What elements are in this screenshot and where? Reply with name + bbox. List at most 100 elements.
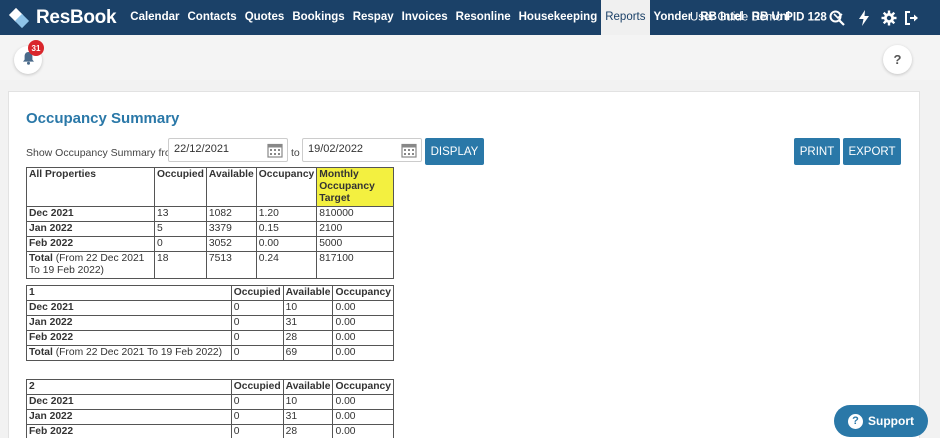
user-label: User Guide Demo bbox=[690, 11, 786, 24]
column-header: Occupancy bbox=[332, 379, 394, 395]
table-cell: 5000 bbox=[316, 236, 394, 252]
table-cell: 7513 bbox=[205, 251, 257, 279]
row-label: Dec 2021 bbox=[26, 206, 155, 222]
nav-resonline[interactable]: Resonline bbox=[452, 0, 515, 35]
nav-respay[interactable]: Respay bbox=[349, 0, 398, 35]
lightning-icon[interactable] bbox=[858, 0, 870, 35]
table-cell: 3052 bbox=[205, 236, 257, 252]
question-circle-icon: ? bbox=[848, 413, 863, 429]
row-label: Feb 2022 bbox=[26, 424, 232, 438]
from-date-value: 22/12/2021 bbox=[174, 143, 230, 155]
table-cell: 0.15 bbox=[255, 221, 318, 237]
table-cell: 69 bbox=[282, 345, 334, 361]
table-cell: 0 bbox=[230, 394, 284, 410]
total-label: Total bbox=[29, 253, 53, 264]
total-label-cell: Total (From 22 Dec 2021 To 19 Feb 2022) bbox=[26, 251, 155, 279]
table-cell: 13 bbox=[154, 206, 207, 222]
table-row: Feb 2022 0 28 0.00 bbox=[26, 424, 394, 438]
property-header-row: 2 Occupied Available Occupancy bbox=[26, 379, 394, 395]
table-row: Feb 2022 0 28 0.00 bbox=[26, 330, 394, 346]
table-cell: 0.00 bbox=[332, 300, 394, 316]
table-cell: 18 bbox=[154, 251, 207, 279]
nav-quotes[interactable]: Quotes bbox=[241, 0, 289, 35]
table-cell: 1082 bbox=[205, 206, 257, 222]
table-cell: 0.00 bbox=[332, 409, 394, 425]
gear-icon[interactable] bbox=[881, 0, 897, 35]
row-label: Dec 2021 bbox=[26, 394, 232, 410]
total-row: Total (From 22 Dec 2021 To 19 Feb 2022) 0… bbox=[26, 345, 394, 361]
table-row: Jan 2022 0 31 0.00 bbox=[26, 409, 394, 425]
table-cell: 0 bbox=[230, 330, 284, 346]
table-cell: 31 bbox=[282, 315, 334, 331]
nav-invoices[interactable]: Invoices bbox=[398, 0, 452, 35]
row-label: Jan 2022 bbox=[26, 315, 232, 331]
table-row: Dec 2021 13 1082 1.20 810000 bbox=[26, 206, 394, 222]
resbook-logo[interactable]: ResBook bbox=[7, 6, 117, 30]
table-cell: 10 bbox=[282, 300, 334, 316]
table-cell: 0.24 bbox=[255, 251, 318, 279]
nav-contacts[interactable]: Contacts bbox=[183, 0, 240, 35]
nav-reports[interactable]: Reports bbox=[601, 0, 650, 35]
row-label: Jan 2022 bbox=[26, 409, 232, 425]
table-cell: 0 bbox=[230, 409, 284, 425]
table-cell: 2100 bbox=[316, 221, 394, 237]
table-row: Dec 2021 0 10 0.00 bbox=[26, 394, 394, 410]
help-button[interactable]: ? bbox=[883, 45, 912, 74]
to-date-input[interactable]: 19/02/2022 bbox=[302, 138, 422, 162]
nav-bookings[interactable]: Bookings bbox=[288, 0, 348, 35]
table-cell: 0 bbox=[230, 315, 284, 331]
column-header: Occupancy bbox=[332, 285, 394, 301]
table-cell: 0.00 bbox=[332, 394, 394, 410]
resbook-logo-icon bbox=[7, 6, 31, 30]
total-label-cell: Total (From 22 Dec 2021 To 19 Feb 2022) bbox=[26, 345, 232, 361]
column-header-target: Monthly Occupancy Target bbox=[316, 167, 394, 207]
export-button[interactable]: EXPORT bbox=[843, 138, 901, 165]
support-button[interactable]: ? Support bbox=[834, 405, 928, 437]
table-cell: 0 bbox=[230, 300, 284, 316]
property-name: 2 bbox=[26, 379, 232, 395]
column-header: Occupancy bbox=[255, 167, 318, 207]
summary-header-row: All Properties Occupied Available Occupa… bbox=[26, 167, 394, 207]
column-header: Available bbox=[282, 285, 334, 301]
sub-bar bbox=[0, 35, 940, 80]
from-date-input[interactable]: 22/12/2021 bbox=[168, 138, 288, 162]
table-cell: 0 bbox=[230, 345, 284, 361]
row-label: Feb 2022 bbox=[26, 330, 232, 346]
summary-table: All Properties Occupied Available Occupa… bbox=[26, 167, 394, 279]
table-cell: 5 bbox=[154, 221, 207, 237]
nav-calendar[interactable]: Calendar bbox=[126, 0, 183, 35]
property-table: 2 Occupied Available Occupancy Dec 2021 0… bbox=[26, 379, 394, 438]
column-header: Occupied bbox=[230, 379, 284, 395]
table-cell: 810000 bbox=[316, 206, 394, 222]
table-cell: 0.00 bbox=[332, 315, 394, 331]
table-row: Jan 2022 0 31 0.00 bbox=[26, 315, 394, 331]
to-label: to bbox=[291, 147, 300, 159]
column-header: Occupied bbox=[230, 285, 284, 301]
calendar-icon[interactable] bbox=[267, 142, 283, 161]
total-row: Total (From 22 Dec 2021 To 19 Feb 2022) 1… bbox=[26, 251, 394, 279]
page-title: Occupancy Summary bbox=[26, 110, 180, 127]
support-label: Support bbox=[868, 414, 914, 428]
help-icon: ? bbox=[893, 52, 902, 67]
calendar-icon[interactable] bbox=[401, 142, 417, 161]
to-date-value: 19/02/2022 bbox=[308, 143, 364, 155]
table-row: Jan 2022 5 3379 0.15 2100 bbox=[26, 221, 394, 237]
table-cell: 0.00 bbox=[255, 236, 318, 252]
user-menu[interactable]: User Guide Demo PID 128 bbox=[690, 0, 843, 35]
print-button[interactable]: PRINT bbox=[794, 138, 840, 165]
property-table: 1 Occupied Available Occupancy Dec 2021 0… bbox=[26, 285, 394, 361]
table-row: Dec 2021 0 10 0.00 bbox=[26, 300, 394, 316]
display-button[interactable]: DISPLAY bbox=[425, 138, 484, 165]
search-icon[interactable] bbox=[829, 0, 845, 35]
total-label: Total bbox=[29, 347, 53, 358]
row-label: Feb 2022 bbox=[26, 236, 155, 252]
total-range: (From 22 Dec 2021 To 19 Feb 2022) bbox=[52, 347, 223, 358]
column-header: Available bbox=[205, 167, 257, 207]
table-cell: 31 bbox=[282, 409, 334, 425]
nav-housekeeping[interactable]: Housekeeping bbox=[515, 0, 602, 35]
property-name: 1 bbox=[26, 285, 232, 301]
table-cell: 0.00 bbox=[332, 424, 394, 438]
table-cell: 28 bbox=[282, 330, 334, 346]
column-header: Occupied bbox=[154, 167, 207, 207]
logout-icon[interactable] bbox=[904, 0, 920, 35]
